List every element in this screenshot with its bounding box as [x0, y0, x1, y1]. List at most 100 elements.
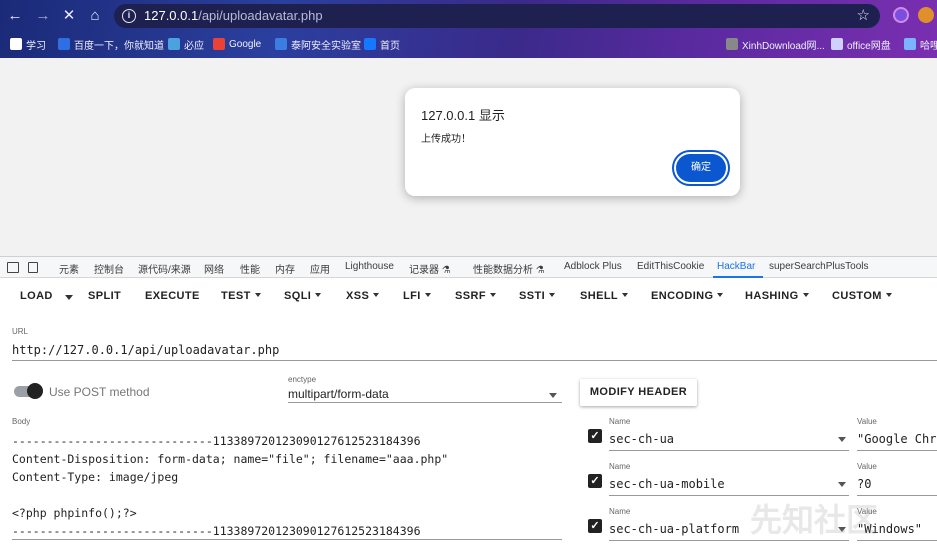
- modify-header-button[interactable]: MODIFY HEADER: [580, 379, 697, 406]
- hackbar-menu-split[interactable]: SPLIT: [88, 290, 121, 302]
- browser-toolbar: ← → ✕ ⌂ i 127.0.0.1/api/uploadavatar.php…: [0, 0, 937, 58]
- bookmark-item[interactable]: XinhDownload网...: [726, 33, 825, 55]
- menu-label: SSRF: [455, 290, 486, 302]
- bookmark-label: 首页: [380, 40, 400, 52]
- post-toggle[interactable]: [27, 383, 43, 399]
- header-value-input[interactable]: "Google Chr: [857, 432, 937, 446]
- devtools-tab[interactable]: 源代码/来源: [138, 261, 191, 276]
- header-value-input[interactable]: ?0: [857, 477, 937, 491]
- devtools-tab[interactable]: 应用: [310, 261, 330, 276]
- svg-text:先知社区: 先知社区: [750, 501, 878, 539]
- address-url[interactable]: 127.0.0.1/api/uploadavatar.php: [144, 8, 323, 23]
- menu-label: SSTI: [519, 290, 546, 302]
- menu-label: EXECUTE: [145, 290, 200, 302]
- hackbar-menu-ssrf[interactable]: SSRF: [455, 290, 496, 302]
- bookmark-label: office网盘: [847, 40, 891, 52]
- menu-label: LFI: [403, 290, 421, 302]
- caret-down-icon: [489, 293, 496, 298]
- enctype-underline: [288, 402, 562, 403]
- bookmark-item[interactable]: 泰阿安全实验室: [275, 33, 361, 55]
- header-value-label: Value: [857, 417, 877, 426]
- watermark-logo: 先知社区: [750, 501, 878, 539]
- stop-icon[interactable]: ✕: [58, 5, 80, 27]
- load-dropdown-icon[interactable]: [65, 295, 73, 300]
- chevron-down-icon[interactable]: [838, 482, 846, 487]
- devtools-tab[interactable]: Lighthouse: [345, 261, 394, 272]
- bookmark-item[interactable]: 首页: [364, 33, 400, 55]
- dialog-title: 127.0.0.1 显示: [421, 108, 505, 123]
- devtools-tab[interactable]: 控制台: [94, 261, 124, 276]
- hackbar-menu-test[interactable]: TEST: [221, 290, 261, 302]
- device-toolbar-icon[interactable]: [28, 262, 38, 273]
- header-name-label: Name: [609, 507, 631, 516]
- hackbar-menu-hashing[interactable]: HASHING: [745, 290, 809, 302]
- bookmark-item[interactable]: 百度一下，你就知道: [58, 33, 164, 55]
- hackbar-menu-ssti[interactable]: SSTI: [519, 290, 556, 302]
- devtools-tab[interactable]: 记录器 ⚗: [409, 261, 451, 276]
- devtools-tabbar: 元素 控制台 源代码/来源 网络 性能 内存 应用 Lighthouse 记录器 ⚗ 性能数据分析…: [0, 256, 937, 278]
- hackbar-menu-execute[interactable]: EXECUTE: [145, 290, 200, 302]
- enctype-select[interactable]: multipart/form-data: [288, 387, 389, 401]
- header-enabled-checkbox[interactable]: ✓: [588, 474, 602, 488]
- menu-label: TEST: [221, 290, 251, 302]
- chevron-down-icon[interactable]: [549, 393, 557, 398]
- bookmark-favicon-icon: [58, 38, 70, 50]
- extension-icon[interactable]: [918, 7, 934, 23]
- forward-icon[interactable]: →: [32, 5, 54, 27]
- url-input[interactable]: http://127.0.0.1/api/uploadavatar.php: [12, 343, 279, 357]
- chevron-down-icon[interactable]: [838, 437, 846, 442]
- body-textarea[interactable]: -----------------------------11338972012…: [12, 432, 448, 540]
- bookmark-item[interactable]: office网盘: [831, 33, 891, 55]
- devtools-tab[interactable]: 网络: [204, 261, 224, 276]
- bookmark-label: 必应: [184, 40, 204, 52]
- header-name-input[interactable]: sec-ch-ua-mobile: [609, 477, 725, 491]
- hackbar-menu-encoding[interactable]: ENCODING: [651, 290, 724, 302]
- body-underline: [12, 539, 562, 540]
- bookmark-label: XinhDownload网...: [742, 40, 825, 52]
- hackbar-menu-lfi[interactable]: LFI: [403, 290, 431, 302]
- menu-label: SPLIT: [88, 290, 122, 302]
- site-info-icon[interactable]: i: [122, 9, 136, 23]
- menu-label: HASHING: [745, 290, 799, 302]
- body-label: Body: [12, 417, 31, 426]
- bookmark-item[interactable]: 哈哩: [904, 33, 937, 55]
- menu-label: CUSTOM: [832, 290, 882, 302]
- hackbar-menu-custom[interactable]: CUSTOM: [832, 290, 892, 302]
- bookmark-item[interactable]: Google: [213, 33, 261, 55]
- hackbar-menu-xss[interactable]: XSS: [346, 290, 380, 302]
- devtools-tab[interactable]: superSearchPlusTools: [769, 261, 869, 272]
- devtools-tab[interactable]: EditThisCookie: [637, 261, 704, 272]
- address-bar[interactable]: i 127.0.0.1/api/uploadavatar.php ☆: [114, 4, 880, 28]
- bookmark-favicon-icon: [10, 38, 22, 50]
- hackbar-menu-shell[interactable]: SHELL: [580, 290, 629, 302]
- extension-search-icon[interactable]: [893, 7, 909, 23]
- devtools-tab[interactable]: Adblock Plus: [564, 261, 622, 272]
- header-enabled-checkbox[interactable]: ✓: [588, 519, 602, 533]
- dialog-message: 上传成功！: [421, 134, 471, 145]
- back-icon[interactable]: ←: [4, 5, 26, 27]
- menu-label: LOAD: [20, 290, 53, 302]
- hackbar-menu-sqli[interactable]: SQLI: [284, 290, 322, 302]
- devtools-tab[interactable]: 元素: [59, 261, 79, 276]
- devtools-tab[interactable]: HackBar: [717, 261, 755, 272]
- devtools-tab[interactable]: 性能数据分析 ⚗: [473, 261, 545, 276]
- bookmark-item[interactable]: 学习: [10, 33, 46, 55]
- bookmark-item[interactable]: 必应: [168, 33, 204, 55]
- inspect-icon[interactable]: [7, 262, 19, 273]
- caret-down-icon: [885, 293, 892, 298]
- header-name-underline: [609, 450, 849, 451]
- bookmark-label: Google: [229, 38, 262, 50]
- devtools-tab[interactable]: 性能: [240, 261, 260, 276]
- caret-down-icon: [622, 293, 629, 298]
- header-name-input[interactable]: sec-ch-ua-platform: [609, 522, 739, 536]
- hackbar-menu-load[interactable]: LOAD: [20, 290, 53, 302]
- url-underline: [12, 360, 937, 361]
- active-tab-indicator: [713, 276, 763, 278]
- home-icon[interactable]: ⌂: [84, 5, 106, 27]
- page-content: 127.0.0.1 显示 上传成功！ 确定: [0, 58, 937, 256]
- header-enabled-checkbox[interactable]: ✓: [588, 429, 602, 443]
- bookmark-star-icon[interactable]: ☆: [857, 6, 870, 24]
- header-name-input[interactable]: sec-ch-ua: [609, 432, 674, 446]
- ok-button[interactable]: 确定: [672, 150, 730, 186]
- devtools-tab[interactable]: 内存: [275, 261, 295, 276]
